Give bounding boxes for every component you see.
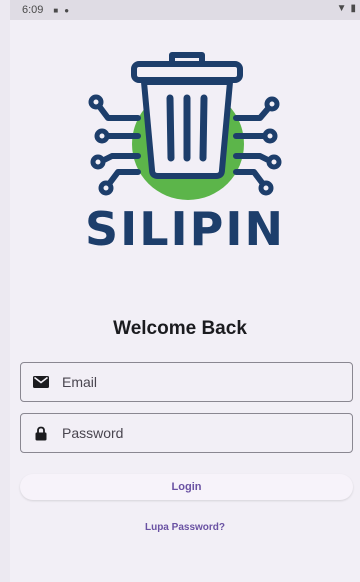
password-field[interactable] [20,413,353,453]
status-bar: 6:09 ■ ● ▼ ▮ [10,0,360,20]
login-button[interactable]: Login [20,474,353,500]
lock-icon [32,424,50,442]
email-field[interactable] [20,362,353,402]
battery-icon: ▮ [350,3,356,14]
wifi-icon: ▼ [336,3,347,14]
password-input[interactable] [60,424,314,442]
notification-square-icon: ■ [53,5,59,15]
mail-icon [32,373,50,391]
shield-icon: ● [64,5,70,15]
login-screen: SILIPIN Welcome Back Login Lupa Password… [10,20,360,582]
trash-bin-circuit-icon [88,52,282,200]
status-time: 6:09 [22,4,44,16]
welcome-heading: Welcome Back [113,318,247,339]
forgot-password-link[interactable]: Lupa Password? [0,522,360,533]
app-name: SILIPIN [85,202,285,256]
email-input[interactable] [60,373,314,391]
